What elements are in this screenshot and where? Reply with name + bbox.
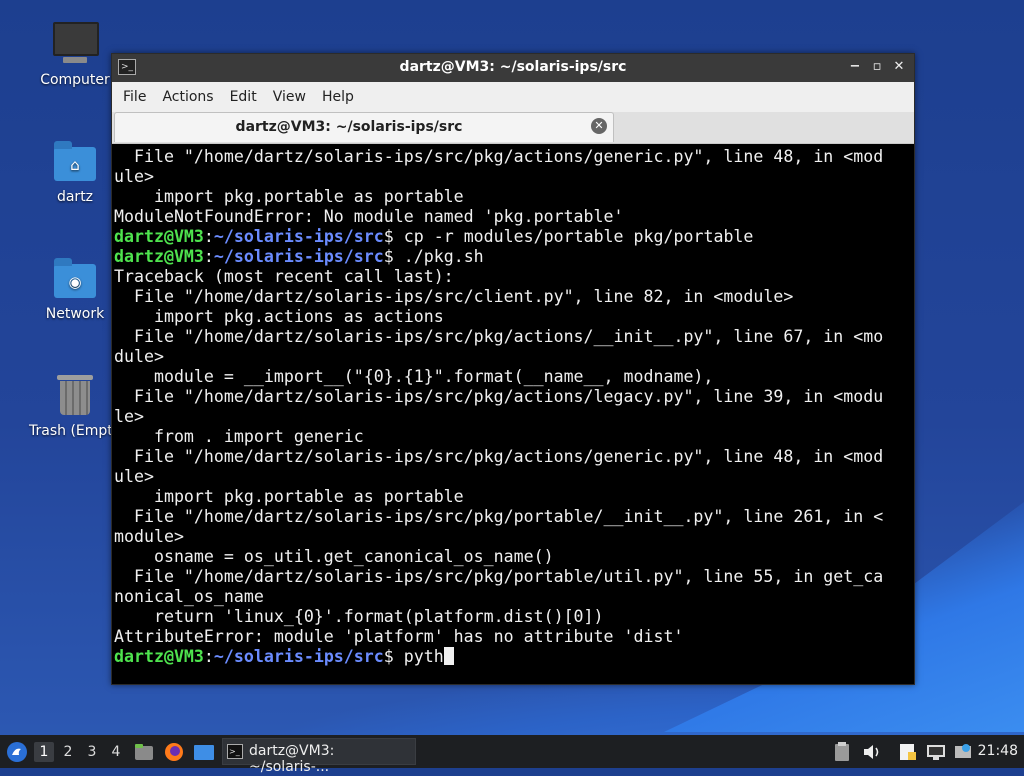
- clock[interactable]: 21:48: [978, 743, 1018, 759]
- network-status-icon[interactable]: [926, 735, 946, 768]
- minimize-button[interactable]: −: [846, 58, 864, 76]
- terminal-line: return 'linux_{0}'.format(platform.dist(…: [114, 607, 604, 626]
- taskbar: 1 2 3 4 >_ dartz@VM3: ~/solaris-... 21:4…: [0, 735, 1024, 775]
- prompt-path: ~/solaris-ips/src: [213, 647, 384, 666]
- terminal-line: nonical_os_name: [114, 587, 264, 606]
- computer-icon: [53, 22, 99, 66]
- menu-bar: File Actions Edit View Help: [112, 82, 914, 112]
- terminal-line: ule>: [114, 167, 154, 186]
- prompt-user: dartz@VM3: [114, 647, 204, 666]
- system-update-icon[interactable]: [954, 735, 972, 768]
- terminal-line: le>: [114, 407, 144, 426]
- workspace-2[interactable]: 2: [58, 742, 78, 762]
- terminal-line: AttributeError: module 'platform' has no…: [114, 627, 684, 646]
- terminal-line: File "/home/dartz/solaris-ips/src/pkg/ac…: [114, 447, 884, 466]
- desktop-icon-label: dartz: [56, 189, 94, 205]
- trash-icon: [53, 373, 97, 417]
- terminal-line: module = __import__("{0}.{1}".format(__n…: [114, 367, 714, 386]
- terminal-line: File "/home/dartz/solaris-ips/src/pkg/po…: [114, 507, 884, 526]
- tab-label: dartz@VM3: ~/solaris-ips/src: [235, 119, 463, 135]
- terminal-icon: >_: [227, 744, 243, 759]
- desktop-icon-computer[interactable]: Computer: [25, 22, 125, 88]
- prompt-command: cp -r modules/portable pkg/portable: [403, 227, 754, 246]
- terminal-line: import pkg.portable as portable: [114, 487, 464, 506]
- window-title: dartz@VM3: ~/solaris-ips/src: [399, 59, 627, 75]
- workspace-3[interactable]: 3: [82, 742, 102, 762]
- maximize-button[interactable]: ▫: [868, 58, 886, 76]
- terminal-line: File "/home/dartz/solaris-ips/src/pkg/ac…: [114, 327, 884, 346]
- terminal-window: >_ dartz@VM3: ~/solaris-ips/src − ▫ ✕ Fi…: [111, 53, 915, 685]
- desktop-icon-label: Computer: [40, 72, 110, 88]
- show-desktop-icon[interactable]: [193, 735, 215, 768]
- terminal-line: module>: [114, 527, 184, 546]
- prompt-path: ~/solaris-ips/src: [213, 227, 384, 246]
- terminal-line: from . import generic: [114, 427, 364, 446]
- terminal-line: File "/home/dartz/solaris-ips/src/client…: [114, 287, 794, 306]
- file-manager-icon[interactable]: [134, 735, 154, 768]
- terminal-line: ModuleNotFoundError: No module named 'pk…: [114, 207, 624, 226]
- taskbar-task-label: dartz@VM3: ~/solaris-...: [249, 743, 335, 775]
- desktop-icon-network[interactable]: ◉ Network: [25, 256, 125, 322]
- terminal-line: ule>: [114, 467, 154, 486]
- menu-file[interactable]: File: [116, 89, 153, 105]
- workspace-1[interactable]: 1: [34, 742, 54, 762]
- terminal-line: File "/home/dartz/solaris-ips/src/pkg/ac…: [114, 387, 884, 406]
- prompt-path: ~/solaris-ips/src: [213, 247, 384, 266]
- terminal-line: File "/home/dartz/solaris-ips/src/pkg/ac…: [114, 147, 884, 166]
- workspace-4[interactable]: 4: [106, 742, 126, 762]
- terminal-line: import pkg.actions as actions: [114, 307, 444, 326]
- terminal-line: import pkg.portable as portable: [114, 187, 464, 206]
- prompt-user: dartz@VM3: [114, 247, 204, 266]
- terminal-line: File "/home/dartz/solaris-ips/src/pkg/po…: [114, 567, 884, 586]
- network-folder-icon: ◉: [53, 256, 97, 300]
- terminal-line: Traceback (most recent call last):: [114, 267, 454, 286]
- clipboard-icon[interactable]: [834, 735, 850, 768]
- firefox-icon[interactable]: [164, 735, 184, 768]
- terminal-line: dule>: [114, 347, 164, 366]
- text-cursor: [443, 647, 454, 665]
- terminal-line: osname = os_util.get_canonical_os_name(): [114, 547, 554, 566]
- terminal-output[interactable]: File "/home/dartz/solaris-ips/src/pkg/ac…: [112, 145, 914, 684]
- menu-edit[interactable]: Edit: [223, 89, 264, 105]
- whisker-menu-icon[interactable]: [6, 735, 28, 768]
- prompt-command: pyth: [403, 647, 444, 666]
- menu-view[interactable]: View: [266, 89, 313, 105]
- desktop-icon-home-folder[interactable]: ⌂ dartz: [25, 139, 125, 205]
- terminal-tab[interactable]: dartz@VM3: ~/solaris-ips/src ✕: [114, 112, 614, 142]
- close-button[interactable]: ✕: [890, 58, 908, 76]
- tab-close-icon[interactable]: ✕: [591, 118, 607, 134]
- prompt-command: ./pkg.sh: [403, 247, 484, 266]
- menu-help[interactable]: Help: [315, 89, 361, 105]
- tab-bar: dartz@VM3: ~/solaris-ips/src ✕: [112, 112, 914, 144]
- prompt-user: dartz@VM3: [114, 227, 204, 246]
- home-folder-icon: ⌂: [53, 139, 97, 183]
- terminal-prompt-line: dartz@VM3:~/solaris-ips/src$ ./pkg.sh: [114, 247, 484, 266]
- window-titlebar[interactable]: >_ dartz@VM3: ~/solaris-ips/src − ▫ ✕: [112, 54, 914, 82]
- terminal-prompt-line: dartz@VM3:~/solaris-ips/src$ pyth: [114, 647, 912, 667]
- notes-icon[interactable]: [898, 735, 918, 768]
- volume-icon[interactable]: [862, 735, 882, 768]
- terminal-prompt-line: dartz@VM3:~/solaris-ips/src$ cp -r modul…: [114, 227, 754, 246]
- menu-actions[interactable]: Actions: [155, 89, 220, 105]
- taskbar-terminal-button[interactable]: >_ dartz@VM3: ~/solaris-...: [222, 738, 416, 775]
- desktop-icon-label: Network: [45, 306, 105, 322]
